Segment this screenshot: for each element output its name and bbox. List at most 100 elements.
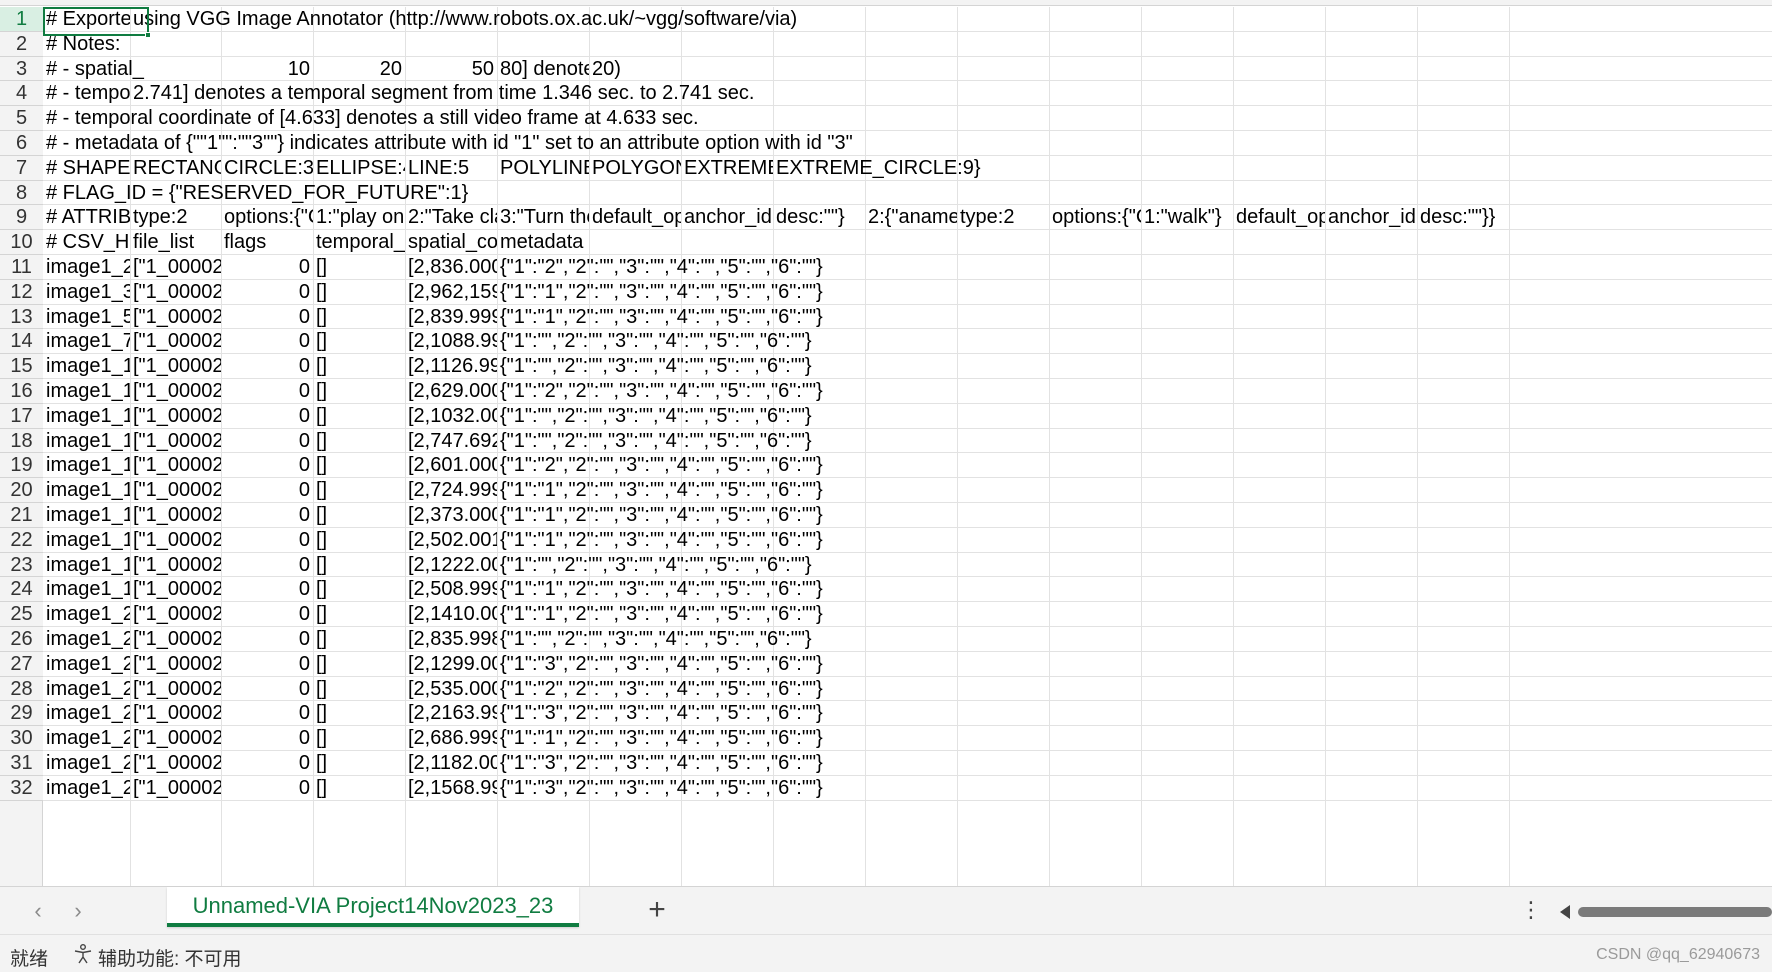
cell-d[interactable]: [] (313, 503, 405, 528)
sheet-tab-active[interactable]: Unnamed-VIA Project14Nov2023_23 (167, 887, 579, 927)
cell-d[interactable]: 20 (313, 57, 405, 82)
cell-d[interactable]: [] (313, 528, 405, 553)
cell-a[interactable]: image1_25 (43, 726, 130, 751)
cell-b[interactable]: ["1_00002. (130, 602, 221, 627)
row-number[interactable]: 8 (0, 180, 43, 206)
cell-c[interactable]: 0 (221, 280, 313, 305)
cell-d[interactable]: [] (313, 305, 405, 330)
row-number[interactable]: 27 (0, 651, 43, 677)
cell-b[interactable]: ["1_00002. (130, 503, 221, 528)
horizontal-scrollbar[interactable] (1560, 905, 1772, 919)
cell-e[interactable]: [2,839.999 (405, 305, 497, 330)
cell-d[interactable]: [] (313, 677, 405, 702)
cell-b[interactable]: ["1_00002. (130, 280, 221, 305)
cell-e[interactable]: 2:"Take cla (405, 205, 497, 230)
row-number[interactable]: 30 (0, 726, 43, 751)
cell-a[interactable]: image1_1C (43, 354, 130, 379)
cell-f[interactable]: {"1":"3","2":"","3":"","4":"","5":"","6"… (497, 701, 823, 726)
scrollbar-thumb[interactable] (1578, 907, 1772, 917)
cell-d[interactable]: [] (313, 602, 405, 627)
row-number[interactable]: 10 (0, 230, 43, 255)
cell-a[interactable]: image1_2 (43, 255, 130, 280)
cell-a[interactable]: image1_21 (43, 627, 130, 652)
cell-e[interactable]: [2,1410.00 (405, 602, 497, 627)
cell-f[interactable]: {"1":"2","2":"","3":"","4":"","5":"","6"… (497, 379, 823, 404)
cell-d[interactable]: [] (313, 453, 405, 478)
cell-e[interactable]: [2,535.000 (405, 677, 497, 702)
cell-e[interactable]: [2,747.692 (405, 429, 497, 454)
cell-f[interactable]: {"1":"2","2":"","3":"","4":"","5":"","6"… (497, 677, 823, 702)
cell-c[interactable]: options:{"C (221, 205, 313, 230)
cell-f[interactable]: 3:"Turn the (497, 205, 589, 230)
cell-e[interactable]: [2,629.000 (405, 379, 497, 404)
cell-f[interactable]: {"1":"1","2":"","3":"","4":"","5":"","6"… (497, 305, 823, 330)
cell-c[interactable]: 0 (221, 701, 313, 726)
cell-a[interactable]: image1_18 (43, 553, 130, 578)
cell-b[interactable]: ["1_00002. (130, 577, 221, 602)
cell-o[interactable]: anchor_id:' (1325, 205, 1417, 230)
cell-b[interactable]: ["1_00002. (130, 404, 221, 429)
cell-a[interactable]: # Exported (43, 7, 130, 32)
row-number[interactable]: 1 (0, 7, 43, 32)
cell-h[interactable]: EXTREME_ (681, 156, 773, 181)
cell-c[interactable]: 0 (221, 354, 313, 379)
cell-d[interactable]: [] (313, 701, 405, 726)
cell-d[interactable]: [] (313, 776, 405, 801)
cell-c[interactable]: 0 (221, 329, 313, 354)
cell-c[interactable]: 0 (221, 677, 313, 702)
worksheet-grid[interactable]: 1# Exported using VGG Image Annotator (h… (0, 7, 1772, 886)
cell-a[interactable]: image1_15 (43, 478, 130, 503)
cell-b[interactable]: ["1_00002. (130, 553, 221, 578)
cell-b[interactable]: 2.741] denotes a temporal segment from t… (130, 81, 754, 106)
row-number[interactable]: 11 (0, 255, 43, 280)
cell-e[interactable]: LINE:5 (405, 156, 497, 181)
cell-e[interactable]: [2,1299.00 (405, 652, 497, 677)
cell-c[interactable]: 0 (221, 726, 313, 751)
cell-c[interactable]: 0 (221, 305, 313, 330)
cell-a[interactable]: image1_26 (43, 751, 130, 776)
cell-c[interactable]: 0 (221, 776, 313, 801)
cell-c[interactable]: 0 (221, 255, 313, 280)
row-number[interactable]: 22 (0, 527, 43, 553)
cell-f[interactable]: {"1":"1","2":"","3":"","4":"","5":"","6"… (497, 478, 823, 503)
cell-a[interactable]: image1_19 (43, 577, 130, 602)
cell-f[interactable]: {"1":"1","2":"","3":"","4":"","5":"","6"… (497, 528, 823, 553)
cell-e[interactable]: [2,2163.99 (405, 701, 497, 726)
cell-a[interactable]: image1_27 (43, 776, 130, 801)
cell-b[interactable]: ["1_00002. (130, 478, 221, 503)
chevron-right-icon[interactable]: › (62, 895, 94, 927)
cell-f[interactable]: {"1":"1","2":"","3":"","4":"","5":"","6"… (497, 577, 823, 602)
row-number[interactable]: 26 (0, 627, 43, 652)
cell-d[interactable]: [] (313, 354, 405, 379)
cell-b[interactable]: ["1_00002. (130, 305, 221, 330)
cell-b[interactable]: ["1_00002. (130, 528, 221, 553)
cell-b[interactable]: ["1_00002. (130, 726, 221, 751)
cell-a[interactable]: image1_12 (43, 404, 130, 429)
cell-d[interactable]: [] (313, 726, 405, 751)
cell-e[interactable]: [2,1032.00 (405, 404, 497, 429)
cell-d[interactable]: [] (313, 627, 405, 652)
cell-a[interactable]: image1_22 (43, 652, 130, 677)
cell-c[interactable]: 0 (221, 751, 313, 776)
cell-d[interactable]: [] (313, 379, 405, 404)
cell-a[interactable]: image1_24 (43, 701, 130, 726)
cell-b[interactable]: ["1_00002. (130, 776, 221, 801)
cell-e[interactable]: [2,962,159 (405, 280, 497, 305)
cell-d[interactable]: ELLIPSE:4 (313, 156, 405, 181)
status-accessibility[interactable]: 辅助功能: 不可用 (98, 944, 242, 971)
cell-f[interactable]: metadata (497, 230, 583, 255)
cell-c[interactable]: 0 (221, 528, 313, 553)
cell-b[interactable]: using VGG Image Annotator (http://www.ro… (130, 7, 797, 32)
cell-f[interactable]: {"1":"","2":"","3":"","4":"","5":"","6":… (497, 404, 812, 429)
row-number[interactable]: 23 (0, 552, 43, 578)
row-number[interactable]: 3 (0, 56, 43, 82)
cell-c[interactable]: 0 (221, 627, 313, 652)
cell-c[interactable]: 0 (221, 503, 313, 528)
cell-h[interactable]: anchor_id:' (681, 205, 773, 230)
row-number[interactable]: 21 (0, 503, 43, 528)
cell-b[interactable]: ["1_00002. (130, 751, 221, 776)
cell-e[interactable]: [2,686.999 (405, 726, 497, 751)
cell-e[interactable]: [2,1182.00 (405, 751, 497, 776)
cell-b[interactable]: file_list (130, 230, 221, 255)
cell-e[interactable]: [2,1222.00 (405, 553, 497, 578)
